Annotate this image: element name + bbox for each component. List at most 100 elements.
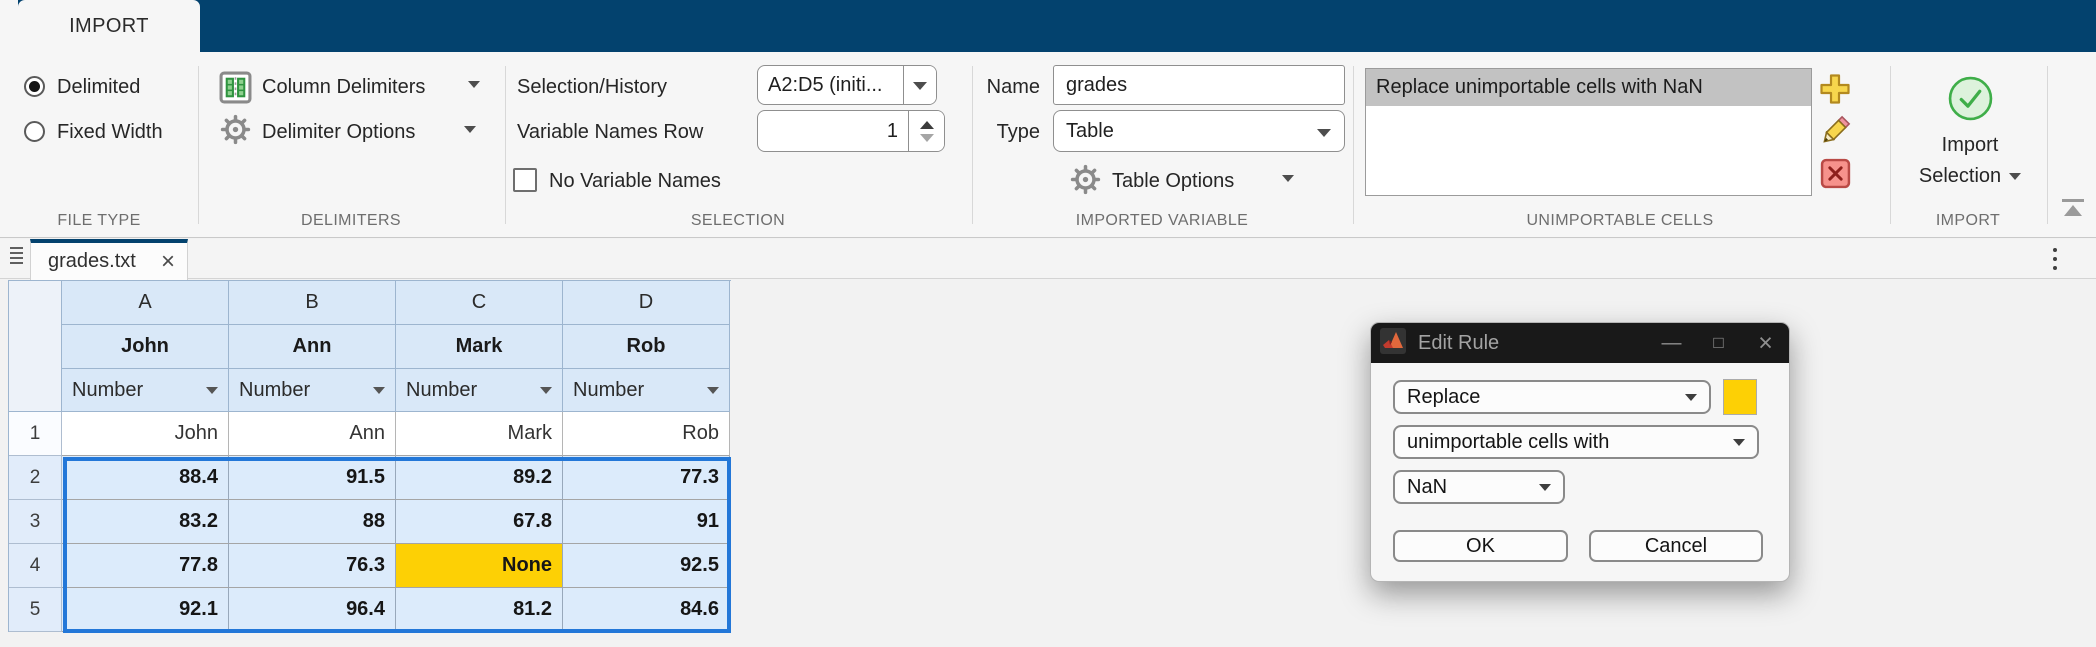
spinner-down-icon[interactable] <box>919 133 934 142</box>
row-header[interactable]: 3 <box>9 500 62 544</box>
grid-cell[interactable]: 92.5 <box>563 544 730 588</box>
grid-cell[interactable]: 89.2 <box>396 456 563 500</box>
maximize-button[interactable]: □ <box>1695 323 1742 363</box>
radio-fixed-width-label[interactable]: Fixed Width <box>57 120 163 144</box>
row-header[interactable]: 2 <box>9 456 62 500</box>
ribbon: Delimited Fixed Width FILE TYPE Column D… <box>0 52 2096 238</box>
collapse-ribbon-button[interactable] <box>2057 199 2089 216</box>
chevron-down-icon <box>1685 393 1697 401</box>
rule-action-dropdown[interactable]: Replace <box>1393 380 1711 414</box>
grid-cell[interactable]: John <box>62 412 229 456</box>
grid-cell[interactable]: 91 <box>563 500 730 544</box>
radio-delimited-label[interactable]: Delimited <box>57 75 140 99</box>
tab-grades-txt[interactable]: grades.txt × <box>30 239 188 280</box>
no-variable-names-label[interactable]: No Variable Names <box>549 169 721 193</box>
data-grid: A B C D John Ann Mark Rob Number Number … <box>8 280 731 633</box>
column-delimiters-caret-icon[interactable] <box>468 81 480 88</box>
grid-cell[interactable]: 84.6 <box>563 588 730 632</box>
column-type-dropdown[interactable]: Number <box>229 369 396 412</box>
chevron-down-icon <box>206 386 218 394</box>
column-header-c[interactable]: C <box>396 281 563 325</box>
variable-name-header[interactable]: Ann <box>229 325 396 369</box>
grid-cell[interactable]: 92.1 <box>62 588 229 632</box>
grid-cell[interactable]: 88 <box>229 500 396 544</box>
type-value: Table <box>1066 119 1114 142</box>
chevron-down-icon <box>1733 438 1745 446</box>
selection-history-combo[interactable]: A2:D5 (initi... <box>757 65 937 105</box>
chevron-down-icon <box>913 82 927 90</box>
highlight-color-swatch[interactable] <box>1723 379 1757 415</box>
variable-name-header[interactable]: Mark <box>396 325 563 369</box>
edit-rule-pencil-icon[interactable] <box>1818 114 1852 153</box>
selection-history-value[interactable]: A2:D5 (initi... <box>758 66 903 104</box>
grid-cell[interactable]: 83.2 <box>62 500 229 544</box>
rule-list-item[interactable]: Replace unimportable cells with NaN <box>1366 69 1811 106</box>
grid-cell[interactable]: Ann <box>229 412 396 456</box>
variable-name-input[interactable]: grades <box>1053 65 1345 105</box>
column-type-dropdown[interactable]: Number <box>563 369 730 412</box>
row-header[interactable]: 5 <box>9 588 62 632</box>
row-header[interactable]: 4 <box>9 544 62 588</box>
grid-cell[interactable]: 96.4 <box>229 588 396 632</box>
toolstrip-corner <box>0 0 18 52</box>
add-rule-plus-icon[interactable] <box>1818 72 1852 111</box>
table-options-caret-icon[interactable] <box>1282 175 1294 182</box>
column-header-d[interactable]: D <box>563 281 730 325</box>
section-label-selection: SELECTION <box>690 212 786 229</box>
column-type-value: Number <box>406 378 478 401</box>
column-delimiters-icon[interactable] <box>219 71 252 109</box>
unimportable-cell[interactable]: None <box>396 544 563 588</box>
selection-history-dropdown-button[interactable] <box>903 66 936 104</box>
section-separator <box>1890 66 1891 224</box>
type-dropdown[interactable]: Table <box>1053 110 1345 152</box>
radio-delimited[interactable] <box>24 76 45 97</box>
section-separator <box>1353 66 1354 224</box>
table-options-button[interactable]: Table Options <box>1112 169 1234 193</box>
table-options-gear-icon[interactable] <box>1070 164 1101 200</box>
unimportable-rules-list[interactable]: Replace unimportable cells with NaN <box>1365 68 1812 196</box>
grid-cell[interactable]: 77.8 <box>62 544 229 588</box>
variable-names-row-spinner[interactable]: 1 <box>757 110 945 152</box>
matlab-logo-icon <box>1380 327 1406 359</box>
row-header[interactable]: 1 <box>9 412 62 456</box>
grid-cell[interactable]: 67.8 <box>396 500 563 544</box>
spinner-up-icon[interactable] <box>919 120 934 129</box>
tab-overflow-menu-icon[interactable] <box>2053 248 2057 270</box>
grid-cell[interactable]: Rob <box>563 412 730 456</box>
grid-cell[interactable]: 76.3 <box>229 544 396 588</box>
tab-grip-icon[interactable] <box>10 247 23 264</box>
delete-rule-x-icon[interactable] <box>1820 158 1851 194</box>
dialog-title: Edit Rule <box>1418 331 1500 354</box>
grid-cell[interactable]: 77.3 <box>563 456 730 500</box>
minimize-button[interactable]: — <box>1648 323 1695 363</box>
column-type-dropdown[interactable]: Number <box>62 369 229 412</box>
ok-button[interactable]: OK <box>1393 530 1568 562</box>
rule-replacement-dropdown[interactable]: NaN <box>1393 470 1565 504</box>
close-tab-icon[interactable]: × <box>161 249 175 273</box>
cancel-button[interactable]: Cancel <box>1589 530 1763 562</box>
column-header-a[interactable]: A <box>62 281 229 325</box>
grid-cell[interactable]: Mark <box>396 412 563 456</box>
column-header-b[interactable]: B <box>229 281 396 325</box>
import-check-icon[interactable] <box>1948 76 1993 126</box>
tab-import[interactable]: IMPORT <box>18 0 200 52</box>
grid-cell[interactable]: 88.4 <box>62 456 229 500</box>
rule-target-dropdown[interactable]: unimportable cells with <box>1393 425 1759 459</box>
variable-name-header[interactable]: Rob <box>563 325 730 369</box>
column-type-value: Number <box>573 378 645 401</box>
close-button[interactable]: × <box>1742 323 1789 363</box>
variable-names-row-value[interactable]: 1 <box>758 111 908 151</box>
delimiter-options-caret-icon[interactable] <box>464 126 476 133</box>
grid-cell[interactable]: 81.2 <box>396 588 563 632</box>
column-delimiters-button[interactable]: Column Delimiters <box>262 75 425 99</box>
delimiter-options-gear-icon[interactable] <box>220 114 251 150</box>
column-type-dropdown[interactable]: Number <box>396 369 563 412</box>
grid-cell[interactable]: 91.5 <box>229 456 396 500</box>
type-label: Type <box>996 121 1040 143</box>
delimiter-options-button[interactable]: Delimiter Options <box>262 120 415 144</box>
variable-name-header[interactable]: John <box>62 325 229 369</box>
import-selection-button[interactable]: Import Selection <box>1900 130 2040 192</box>
no-variable-names-checkbox[interactable] <box>513 168 537 192</box>
dialog-title-bar[interactable]: Edit Rule — □ × <box>1371 323 1789 363</box>
radio-fixed-width[interactable] <box>24 121 45 142</box>
